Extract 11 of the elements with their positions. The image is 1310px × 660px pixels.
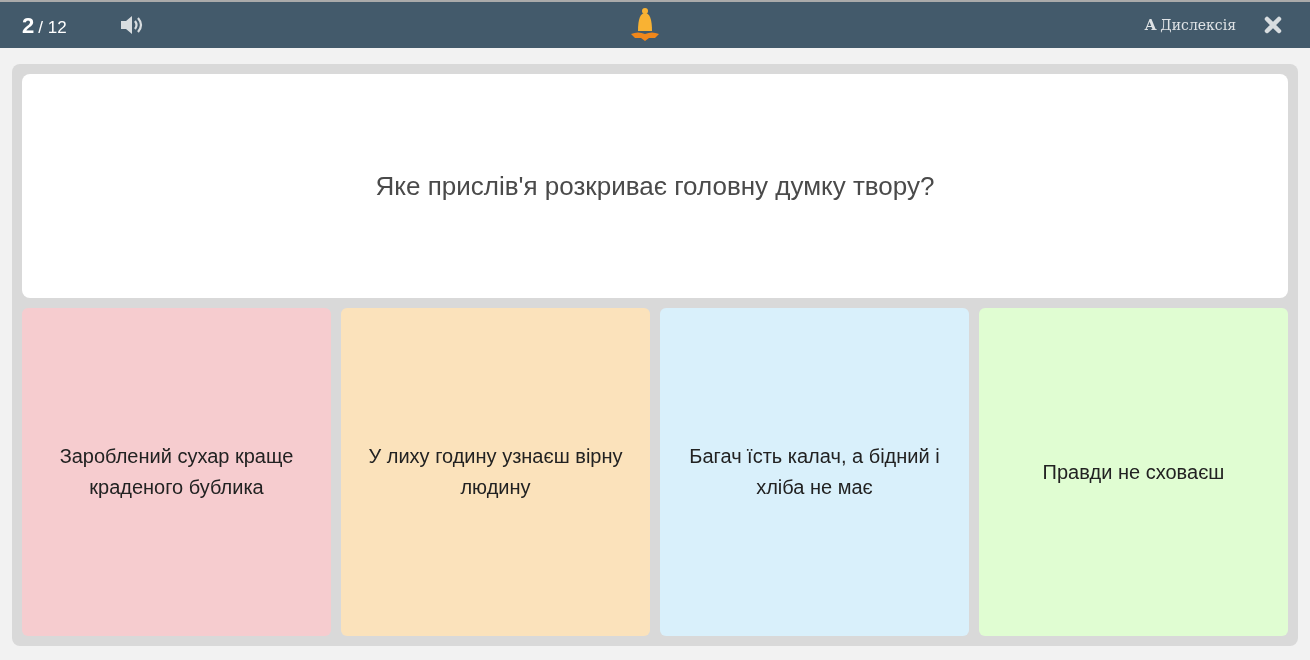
dyslexia-toggle[interactable]: A Дислексія	[1144, 13, 1236, 37]
answer-option[interactable]: Зароблений сухар краще краденого бублика	[22, 308, 331, 636]
close-icon[interactable]	[1264, 16, 1282, 34]
question-total: / 12	[38, 16, 67, 39]
answer-option[interactable]: У лиху годину узнаєш вірну людину	[341, 308, 650, 636]
speaker-icon[interactable]	[118, 14, 145, 36]
question-number: 2	[22, 11, 35, 40]
answer-option[interactable]: Правди не сховаєш	[979, 308, 1288, 636]
bell-book-logo-icon	[629, 7, 660, 43]
question-text: Яке прислів'я розкриває головну думку твору?	[375, 169, 935, 203]
answer-option[interactable]: Багач їсть калач, а бідний і хліба не має	[660, 308, 969, 636]
